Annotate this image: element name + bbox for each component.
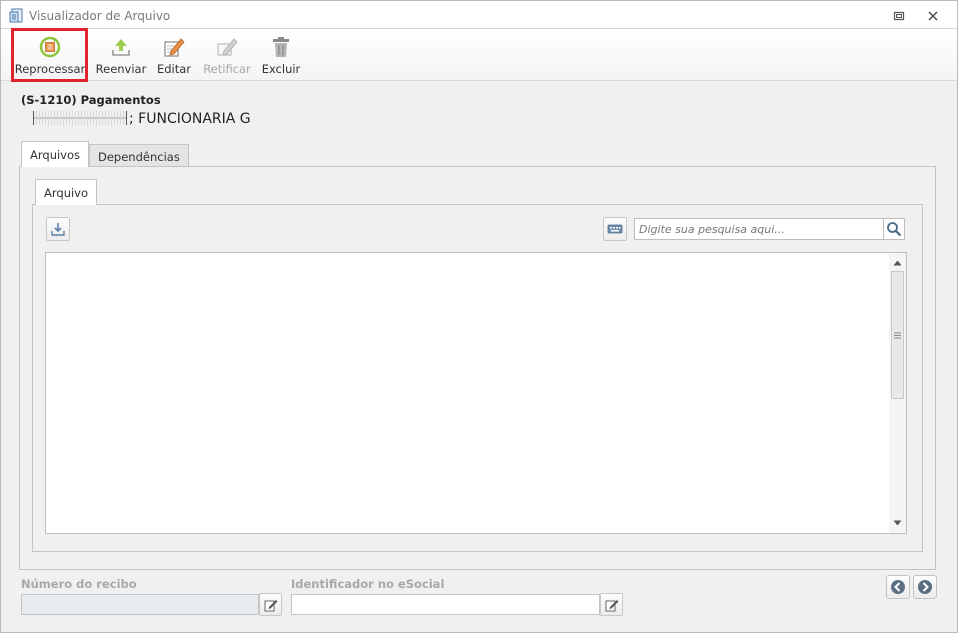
window-title: Visualizador de Arquivo <box>29 9 171 23</box>
close-icon <box>928 11 938 21</box>
delete-label: Excluir <box>261 62 301 76</box>
reprocess-label: Reprocessar <box>14 62 86 76</box>
tab-files-label: Arquivos <box>30 147 81 162</box>
download-button[interactable] <box>46 217 70 241</box>
esocial-id-label: Identificador no eSocial <box>291 577 445 591</box>
search-icon <box>887 222 902 237</box>
search-button[interactable] <box>883 218 905 240</box>
close-button[interactable] <box>924 7 942 25</box>
upload-icon <box>109 35 133 59</box>
tab-file[interactable]: Arquivo <box>35 179 98 205</box>
next-button[interactable] <box>913 575 937 599</box>
edit-label: Editar <box>156 62 192 76</box>
tab-dependencies-label: Dependências <box>98 149 180 164</box>
file-content-area[interactable] <box>45 252 907 534</box>
reprocess-icon <box>38 35 62 59</box>
download-icon <box>51 223 65 236</box>
pencil-disabled-icon <box>215 35 239 59</box>
record-subtitle-text: ; FUNCIONARIA G <box>129 111 251 127</box>
esocial-id-field[interactable] <box>291 594 600 615</box>
trash-icon <box>269 35 293 59</box>
arrow-left-icon <box>891 580 905 594</box>
keyboard-icon <box>607 224 623 234</box>
title-bar: Visualizador de Arquivo <box>1 1 957 29</box>
arrow-right-icon <box>918 580 932 594</box>
vertical-scrollbar[interactable] <box>889 253 906 533</box>
rectify-label: Retificar <box>203 62 251 76</box>
resend-label: Reenviar <box>95 62 147 76</box>
app-document-icon <box>9 8 25 24</box>
tab-files[interactable]: Arquivos <box>21 141 90 167</box>
keyboard-button[interactable] <box>603 217 627 241</box>
redacted-identifier <box>33 111 127 125</box>
delete-button[interactable]: Excluir <box>261 29 301 81</box>
search-input[interactable] <box>634 218 884 240</box>
tab-file-label: Arquivo <box>44 185 89 200</box>
esocial-edit-button[interactable] <box>600 593 623 616</box>
edit-field-icon <box>264 599 277 611</box>
receipt-edit-button[interactable] <box>259 593 282 616</box>
scroll-thumb[interactable] <box>891 271 904 399</box>
restore-icon <box>893 11 905 21</box>
toolbar: Reprocessar Reenviar Editar Retificar Ex… <box>1 29 957 81</box>
tab-dependencies[interactable]: Dependências <box>89 144 189 168</box>
reprocess-button[interactable]: Reprocessar <box>15 29 85 81</box>
triangle-up-icon <box>893 260 902 266</box>
edit-button[interactable]: Editar <box>154 29 194 81</box>
file-viewer-window: Visualizador de Arquivo Reprocessar Reen… <box>0 0 958 633</box>
triangle-down-icon <box>893 520 902 526</box>
resend-button[interactable]: Reenviar <box>95 29 147 81</box>
grip-icon <box>894 332 901 338</box>
receipt-number-label: Número do recibo <box>21 577 137 591</box>
record-subtitle: ; FUNCIONARIA G <box>33 111 251 127</box>
restore-button[interactable] <box>890 7 908 25</box>
record-title: (S-1210) Pagamentos <box>21 93 161 107</box>
scroll-down-button[interactable] <box>889 515 906 531</box>
edit-field-icon <box>605 599 618 611</box>
receipt-number-field[interactable] <box>21 594 259 615</box>
pencil-icon <box>162 35 186 59</box>
previous-button[interactable] <box>886 575 910 599</box>
scroll-up-button[interactable] <box>889 255 906 271</box>
rectify-button[interactable]: Retificar <box>201 29 253 81</box>
